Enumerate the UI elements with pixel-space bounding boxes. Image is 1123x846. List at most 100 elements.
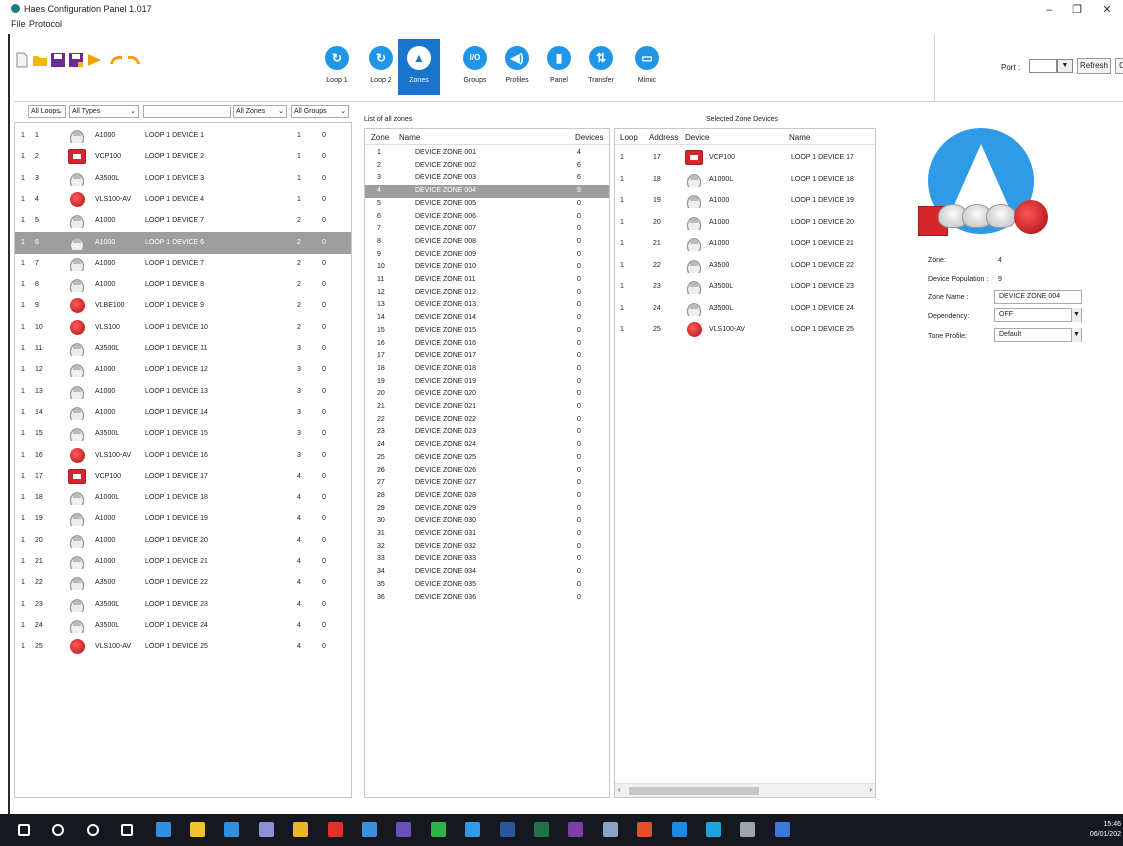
device-row[interactable]: 1 8 A1000 LOOP 1 DEVICE 8 2 0: [15, 274, 351, 296]
zone-row[interactable]: 22 DEVICE ZONE 022 0: [365, 414, 609, 427]
mail-icon[interactable]: [224, 822, 240, 837]
zone-row[interactable]: 23 DEVICE ZONE 023 0: [365, 426, 609, 439]
device-row[interactable]: 1 19 A1000 LOOP 1 DEVICE 19 4 0: [15, 508, 351, 530]
maximize-button[interactable]: ❐: [1064, 2, 1090, 18]
device-row[interactable]: 1 1 A1000 LOOP 1 DEVICE 1 1 0: [15, 125, 351, 147]
zone-row[interactable]: 34 DEVICE ZONE 034 0: [365, 566, 609, 579]
zone-row[interactable]: 5 DEVICE ZONE 005 0: [365, 198, 609, 211]
loop-column-header[interactable]: Loop: [620, 133, 638, 142]
word-icon[interactable]: [499, 822, 515, 837]
device-row[interactable]: 1 5 A1000 LOOP 1 DEVICE 7 2 0: [15, 210, 351, 232]
file-explorer-icon[interactable]: [190, 822, 205, 837]
zone-filter-select[interactable]: All Zones ⌄: [233, 105, 287, 118]
connect-button[interactable]: Connect: [1115, 58, 1123, 74]
zone-row[interactable]: 26 DEVICE ZONE 026 0: [365, 465, 609, 478]
windows-start-icon[interactable]: [18, 824, 30, 836]
zone-row[interactable]: 4 DEVICE ZONE 004 9: [365, 185, 609, 199]
menu-file[interactable]: File: [11, 19, 26, 29]
device-row[interactable]: 1 3 A3500L LOOP 1 DEVICE 3 1 0: [15, 168, 351, 190]
device-list[interactable]: 1 1 A1000 LOOP 1 DEVICE 1 1 0 1 2 VCP100 LOOP 1 D…: [14, 122, 352, 798]
zone-row[interactable]: 19 DEVICE ZONE 019 0: [365, 376, 609, 389]
device-row[interactable]: 1 9 VLBE100 LOOP 1 DEVICE 9 2 0: [15, 295, 351, 317]
device-row[interactable]: 1 11 A3500L LOOP 1 DEVICE 11 3 0: [15, 338, 351, 360]
zone-row[interactable]: 15 DEVICE ZONE 015 0: [365, 325, 609, 338]
paint-icon[interactable]: [602, 822, 618, 837]
zone-row[interactable]: 20 DEVICE ZONE 020 0: [365, 388, 609, 401]
refresh-button[interactable]: Refresh: [1077, 58, 1111, 74]
zone-device-row[interactable]: 1 25 VLS100-AV LOOP 1 DEVICE 25: [615, 319, 875, 341]
app-icon[interactable]: [396, 822, 412, 837]
nav-zones-button[interactable]: ▲ Zones: [398, 39, 440, 95]
zone-device-row[interactable]: 1 22 A3500 LOOP 1 DEVICE 22: [615, 255, 875, 277]
minimize-button[interactable]: –: [1036, 2, 1062, 18]
zone-row[interactable]: 28 DEVICE ZONE 028 0: [365, 490, 609, 503]
device-row[interactable]: 1 7 A1000 LOOP 1 DEVICE 7 2 0: [15, 253, 351, 275]
redo-icon[interactable]: [126, 52, 142, 68]
nav-loop-1-button[interactable]: ↻ Loop 1: [316, 39, 358, 95]
zone-column-header[interactable]: Zone: [371, 133, 389, 142]
window-icon[interactable]: [774, 822, 790, 837]
address-column-header[interactable]: Address: [649, 133, 678, 142]
device-column-header[interactable]: Device: [685, 133, 709, 142]
onenote-icon[interactable]: [568, 822, 584, 837]
device-row[interactable]: 1 16 VLS100-AV LOOP 1 DEVICE 16 3 0: [15, 445, 351, 467]
zone-device-row[interactable]: 1 17 VCP100 LOOP 1 DEVICE 17: [615, 147, 875, 169]
device-row[interactable]: 1 2 VCP100 LOOP 1 DEVICE 2 1 0: [15, 146, 351, 168]
nav-transfer-button[interactable]: ⇅ Transfer: [580, 39, 622, 95]
scroll-left-icon[interactable]: ‹: [618, 785, 621, 794]
tone-profile-select[interactable]: Default ▼: [994, 328, 1082, 342]
open-folder-icon[interactable]: [32, 52, 48, 68]
zone-list[interactable]: Zone Name Devices 1 DEVICE ZONE 001 4 2 DEVI…: [364, 128, 610, 798]
type-filter-select[interactable]: All Types ⌄: [69, 105, 139, 118]
zone-device-row[interactable]: 1 19 A1000 LOOP 1 DEVICE 19: [615, 190, 875, 212]
scroll-thumb[interactable]: [629, 787, 759, 795]
menu-protocol[interactable]: Protocol: [29, 19, 62, 29]
whatsapp-icon[interactable]: [430, 822, 446, 837]
device-row[interactable]: 1 13 A1000 LOOP 1 DEVICE 13 3 0: [15, 381, 351, 403]
taskbar-clock[interactable]: 15:46 06/01/202: [1090, 820, 1121, 840]
zone-device-row[interactable]: 1 20 A1000 LOOP 1 DEVICE 20: [615, 212, 875, 234]
zone-row[interactable]: 29 DEVICE ZONE 029 0: [365, 503, 609, 516]
zone-row[interactable]: 32 DEVICE ZONE 032 0: [365, 541, 609, 554]
task-view-icon[interactable]: [121, 824, 134, 836]
zone-devices-list[interactable]: Loop Address Device Name ‹ › 1 17 VCP100 LO…: [614, 128, 876, 798]
nav-mimic-button[interactable]: ▭ Mimic: [626, 39, 668, 95]
zone-row[interactable]: 8 DEVICE ZONE 008 0: [365, 236, 609, 249]
cortana-icon[interactable]: [86, 824, 99, 836]
acrobat-icon[interactable]: [327, 822, 343, 837]
group-filter-select[interactable]: All Groups ⌄: [291, 105, 349, 118]
save-as-icon[interactable]: [68, 52, 84, 68]
close-button[interactable]: ✕: [1094, 2, 1120, 18]
zone-name-input[interactable]: DEVICE ZONE 004: [994, 290, 1082, 304]
zone-row[interactable]: 12 DEVICE ZONE 012 0: [365, 287, 609, 300]
zone-row[interactable]: 13 DEVICE ZONE 013 0: [365, 299, 609, 312]
zone-row[interactable]: 33 DEVICE ZONE 033 0: [365, 553, 609, 566]
zone-row[interactable]: 36 DEVICE ZONE 036 0: [365, 592, 609, 605]
zone-row[interactable]: 27 DEVICE ZONE 027 0: [365, 477, 609, 490]
search-input[interactable]: [143, 105, 231, 118]
device-row[interactable]: 1 25 VLS100-AV LOOP 1 DEVICE 25 4 0: [15, 636, 351, 658]
nav-groups-button[interactable]: I/O Groups: [454, 39, 496, 95]
device-row[interactable]: 1 4 VLS100-AV LOOP 1 DEVICE 4 1 0: [15, 189, 351, 211]
device-row[interactable]: 1 17 VCP100 LOOP 1 DEVICE 17 4 0: [15, 466, 351, 488]
zone-row[interactable]: 31 DEVICE ZONE 031 0: [365, 528, 609, 541]
zone-row[interactable]: 2 DEVICE ZONE 002 6: [365, 160, 609, 173]
zone-row[interactable]: 17 DEVICE ZONE 017 0: [365, 350, 609, 363]
haes-icon[interactable]: [465, 822, 481, 837]
zone-device-row[interactable]: 1 18 A1000L LOOP 1 DEVICE 18: [615, 169, 875, 191]
chevron-down-icon[interactable]: ▼: [1057, 59, 1073, 73]
play-icon[interactable]: [86, 52, 102, 68]
nav-loop-2-button[interactable]: ↻ Loop 2: [360, 39, 402, 95]
nav-panel-button[interactable]: ▮ Panel: [538, 39, 580, 95]
device-row[interactable]: 1 23 A3500L LOOP 1 DEVICE 23 4 0: [15, 594, 351, 616]
devices-column-header[interactable]: Devices: [575, 133, 603, 142]
skype-icon[interactable]: [706, 822, 721, 837]
name-column-header[interactable]: Name: [399, 133, 420, 142]
zone-row[interactable]: 14 DEVICE ZONE 014 0: [365, 312, 609, 325]
horizontal-scrollbar[interactable]: ‹ ›: [615, 783, 875, 797]
chrome-icon[interactable]: [293, 822, 309, 837]
nav-profiles-button[interactable]: ◀) Profiles: [496, 39, 538, 95]
device-row[interactable]: 1 6 A1000 LOOP 1 DEVICE 6 2 0: [15, 231, 351, 254]
tools-icon[interactable]: [740, 822, 756, 837]
save-icon[interactable]: [50, 52, 66, 68]
